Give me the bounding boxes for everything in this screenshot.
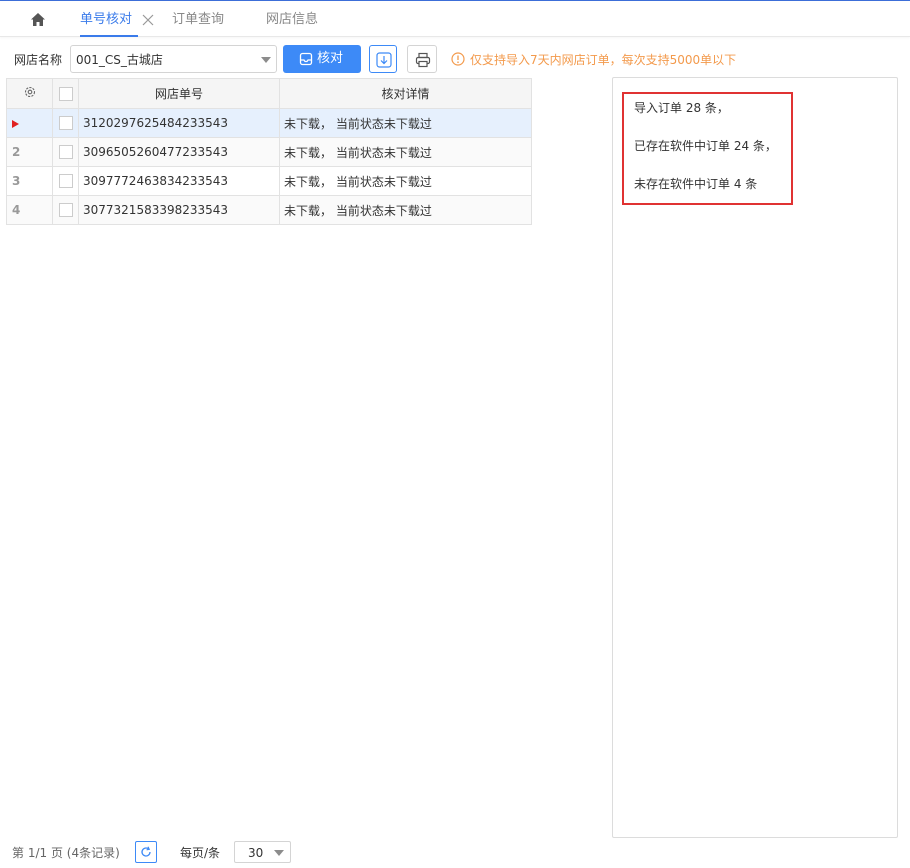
detail-cell[interactable]: 未下载， 当前状态未下载过 (279, 108, 532, 138)
row-checkbox-cell (52, 108, 79, 138)
select-all-header (52, 78, 79, 109)
chevron-down-icon (261, 57, 271, 63)
detail-cell[interactable]: 未下载， 当前状态未下载过 (279, 195, 532, 225)
shop-select-value: 001_CS_古城店 (76, 53, 163, 67)
table-row[interactable]: 3120297625484233543 未下载， 当前状态未下载过 (6, 108, 532, 138)
detail-cell[interactable]: 未下载， 当前状态未下载过 (279, 166, 532, 196)
page-size-select[interactable]: 30 (234, 841, 291, 863)
check-icon (299, 52, 313, 66)
check-button-label: 核对 (317, 51, 344, 66)
order-no-cell[interactable]: 3120297625484233543 (78, 108, 280, 138)
page-size-value: 30 (248, 846, 264, 860)
column-header-order-no[interactable]: 网店单号 (78, 78, 280, 109)
gear-icon (24, 86, 35, 98)
missing-count-text: 未存在软件中订单 4 条 (634, 177, 758, 191)
current-row-arrow-icon (12, 119, 19, 128)
print-button[interactable] (407, 45, 437, 73)
page-size-label: 每页/条 (180, 846, 221, 860)
import-notice: 仅支持导入7天内网店订单，每次支持5000单以下 (470, 53, 737, 67)
order-no-cell[interactable]: 3097772463834233543 (78, 166, 280, 196)
result-panel: 导入订单 28 条， 已存在软件中订单 24 条， 未存在软件中订单 4 条 (612, 77, 898, 838)
order-check-table: 网店单号 核对详情 3120297625484233543 未下载， 当前状态未… (6, 78, 532, 225)
info-icon (451, 52, 465, 66)
tab-bar: 单号核对 订单查询 网店信息 (0, 1, 910, 37)
row-checkbox[interactable] (58, 203, 73, 218)
row-indicator (6, 108, 53, 138)
home-icon[interactable] (28, 10, 48, 30)
order-no-cell[interactable]: 3096505260477233543 (78, 137, 280, 167)
order-no-cell[interactable]: 3077321583398233543 (78, 195, 280, 225)
printer-icon (415, 52, 431, 68)
row-number: 2 (6, 137, 53, 167)
refresh-button[interactable] (135, 841, 157, 863)
active-tab-indicator (80, 35, 138, 37)
row-checkbox-cell (52, 195, 79, 225)
shop-name-label: 网店名称 (14, 53, 63, 67)
tab-shop-info[interactable]: 网店信息 (266, 10, 318, 30)
row-number: 3 (6, 166, 53, 196)
table-row[interactable]: 2 3096505260477233543 未下载， 当前状态未下载过 (6, 137, 532, 167)
row-checkbox-cell (52, 137, 79, 167)
page-info: 第 1/1 页 (4条记录) (12, 846, 120, 860)
tab-order-query[interactable]: 订单查询 (172, 10, 224, 30)
row-number: 4 (6, 195, 53, 225)
close-icon[interactable] (141, 13, 155, 27)
existing-count-text: 已存在软件中订单 24 条， (634, 139, 777, 153)
download-icon (376, 52, 392, 68)
row-checkbox[interactable] (58, 116, 73, 131)
detail-cell[interactable]: 未下载， 当前状态未下载过 (279, 137, 532, 167)
imported-count-text: 导入订单 28 条， (634, 101, 729, 115)
chevron-down-icon (274, 850, 284, 856)
shop-select[interactable]: 001_CS_古城店 (70, 45, 277, 73)
check-button[interactable]: 核对 (283, 45, 361, 73)
row-checkbox-cell (52, 166, 79, 196)
table-row[interactable]: 4 3077321583398233543 未下载， 当前状态未下载过 (6, 195, 532, 225)
table-row[interactable]: 3 3097772463834233543 未下载， 当前状态未下载过 (6, 166, 532, 196)
refresh-icon (141, 846, 151, 857)
select-all-checkbox[interactable] (58, 86, 73, 101)
table-header-row: 网店单号 核对详情 (6, 78, 532, 109)
column-settings-header[interactable] (6, 78, 53, 109)
import-button[interactable] (369, 45, 397, 73)
row-checkbox[interactable] (58, 145, 73, 160)
tab-order-check[interactable]: 单号核对 (80, 10, 132, 30)
column-header-detail[interactable]: 核对详情 (279, 78, 532, 109)
row-checkbox[interactable] (58, 174, 73, 189)
